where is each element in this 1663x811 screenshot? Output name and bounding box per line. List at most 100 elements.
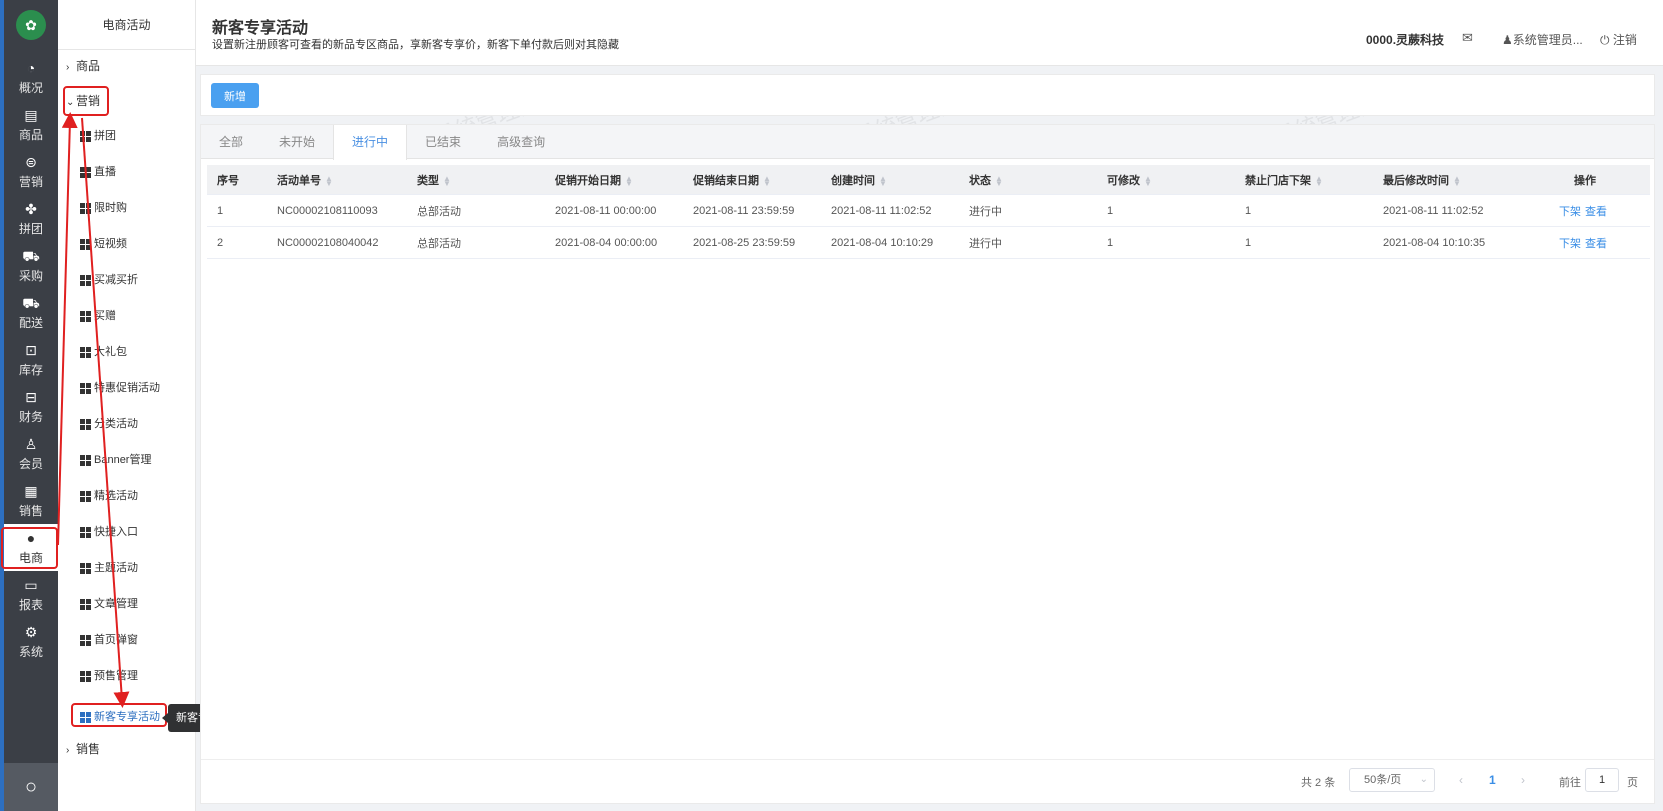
tab-not-started[interactable]: 未开始 (261, 125, 333, 159)
menu-item-groupbuy[interactable]: 拼团 (80, 124, 116, 148)
menu-group-sales[interactable]: › 销售 (58, 731, 100, 767)
menu-item-gift[interactable]: 买赠 (80, 304, 116, 328)
tab-ended[interactable]: 已结束 (407, 125, 479, 159)
company-name[interactable]: 0000.灵蕨科技 (1366, 31, 1444, 48)
menu-item-short-video[interactable]: 短视频 (80, 232, 127, 256)
menu-item-label: 短视频 (94, 238, 127, 250)
status-tabs: 全部 未开始 进行中 已结束 高级查询 (201, 125, 1654, 160)
document-icon: ▤ (24, 106, 38, 123)
cell-end-date: 2021-08-11 23:59:59 (693, 204, 795, 217)
cell-no-store-takedown: 1 (1245, 236, 1252, 249)
sort-icon[interactable]: ▲ ▼ (625, 174, 633, 187)
rail-item-member[interactable]: ♙ 会员 (4, 430, 58, 477)
menu-group-label: 销售 (76, 742, 101, 756)
menu-item-articles[interactable]: 文章管理 (80, 592, 138, 616)
goto-page-input[interactable] (1585, 768, 1619, 792)
menu-item-label: 大礼包 (94, 346, 127, 358)
goto-label: 前往 (1559, 777, 1581, 789)
sort-icon[interactable]: ▲ ▼ (443, 174, 451, 187)
menu-item-shortcut[interactable]: 快捷入口 (80, 520, 138, 544)
sort-icon[interactable]: ▲ ▼ (325, 174, 333, 187)
menu-item-special-promo[interactable]: 特惠促销活动 (80, 376, 160, 400)
cell-type: 总部活动 (417, 237, 461, 250)
page-size-select[interactable]: 50条/页 ⌄ (1349, 768, 1435, 792)
takedown-link[interactable]: 下架 (1559, 206, 1581, 218)
page-unit-label: 页 (1627, 777, 1638, 789)
register-icon: ▦ (24, 482, 38, 499)
sort-icon[interactable]: ▲ ▼ (1453, 174, 1461, 187)
annotation-box-marketing (63, 86, 109, 116)
view-link[interactable]: 查看 (1585, 206, 1607, 218)
current-page[interactable]: 1 (1489, 773, 1496, 787)
sort-icon[interactable]: ▲ ▼ (1144, 174, 1152, 187)
col-label: 最后修改时间 (1383, 174, 1449, 187)
menu-item-flash-sale[interactable]: 限时购 (80, 196, 127, 220)
grid-icon (80, 274, 91, 286)
menu-item-presale[interactable]: 预售管理 (80, 664, 138, 688)
search-icon[interactable]: ○ (4, 763, 58, 811)
cell-last-modified: 2021-08-11 11:02:52 (1383, 204, 1484, 217)
sort-icon[interactable]: ▲ ▼ (1315, 174, 1323, 187)
view-link[interactable]: 查看 (1585, 238, 1607, 250)
col-status[interactable]: 状态 ▲ ▼ (959, 172, 1097, 188)
cell-no-store-takedown: 1 (1245, 204, 1252, 217)
rail-label: 采购 (18, 268, 43, 283)
col-created[interactable]: 创建时间 ▲ ▼ (821, 172, 959, 188)
rail-item-sales[interactable]: ▦ 销售 (4, 477, 58, 524)
col-end-date[interactable]: 促销结束日期 ▲ ▼ (683, 172, 821, 188)
takedown-link[interactable]: 下架 (1559, 238, 1581, 250)
menu-item-live[interactable]: 直播 (80, 160, 116, 184)
rail-item-delivery[interactable]: ⛟ 配送 (4, 289, 58, 336)
user-menu[interactable]: ♟系统管理员... (1502, 31, 1583, 48)
app-logo[interactable]: ✿ (16, 10, 46, 40)
col-order-no[interactable]: 活动单号 ▲ ▼ (267, 172, 407, 188)
col-label: 类型 (417, 174, 439, 187)
sort-icon[interactable]: ▲ ▼ (763, 174, 771, 187)
menu-item-gift-pack[interactable]: 大礼包 (80, 340, 127, 364)
col-editable[interactable]: 可修改 ▲ ▼ (1097, 172, 1235, 188)
tab-all[interactable]: 全部 (201, 125, 261, 159)
wallet-icon: ⊟ (25, 388, 37, 405)
rail-item-overview[interactable]: ◔ 概况 (4, 54, 58, 101)
col-start-date[interactable]: 促销开始日期 ▲ ▼ (545, 172, 683, 188)
logout-button[interactable]: ⏻ 注销 (1600, 31, 1637, 48)
rail-item-marketing[interactable]: ⊜ 营销 (4, 148, 58, 195)
rail-item-groupbuy[interactable]: ✤ 拼团 (4, 195, 58, 242)
prev-page-icon[interactable]: ‹ (1459, 773, 1463, 787)
tab-in-progress[interactable]: 进行中 (333, 125, 408, 160)
menu-item-featured[interactable]: 精选活动 (80, 484, 138, 508)
sort-icon[interactable]: ▲ ▼ (879, 174, 887, 187)
menu-item-label: 特惠促销活动 (94, 382, 160, 394)
logout-label: 注销 (1612, 33, 1637, 47)
col-label: 创建时间 (831, 174, 875, 187)
person-icon: ♙ (24, 435, 38, 452)
rail-item-inventory[interactable]: ⊡ 库存 (4, 336, 58, 383)
cell-status: 进行中 (969, 205, 1002, 218)
sort-icon[interactable]: ▲ ▼ (995, 174, 1003, 187)
menu-item-label: 买减买折 (94, 274, 138, 286)
cell-order-no: NC00002108040042 (277, 236, 379, 249)
add-button[interactable]: 新增 (211, 83, 259, 108)
tab-advanced-search[interactable]: 高级查询 (479, 125, 563, 159)
menu-group-goods[interactable]: › 商品 (58, 48, 100, 84)
mail-icon[interactable]: ✉ (1462, 30, 1473, 46)
menu-item-discount[interactable]: 买减买折 (80, 268, 138, 292)
rail-item-goods[interactable]: ▤ 商品 (4, 101, 58, 148)
menu-item-theme[interactable]: 主题活动 (80, 556, 138, 580)
col-type[interactable]: 类型 ▲ ▼ (407, 172, 545, 188)
rail-item-purchase[interactable]: ⛟ 采购 (4, 242, 58, 289)
next-page-icon[interactable]: › (1521, 773, 1525, 787)
menu-item-category-activity[interactable]: 分类活动 (80, 412, 138, 436)
grid-icon (80, 418, 91, 430)
table-header: 序号 活动单号 ▲ ▼ 类型 ▲ ▼ 促销开始日期 ▲ ▼ 促销结束日期 ▲ ▼ 创建时间 ▲ ▼ … (207, 165, 1650, 195)
col-last-modified[interactable]: 最后修改时间 ▲ ▼ (1373, 172, 1535, 188)
col-no-store-takedown[interactable]: 禁止门店下架 ▲ ▼ (1235, 172, 1373, 188)
grid-icon (80, 526, 91, 538)
rail-item-finance[interactable]: ⊟ 财务 (4, 383, 58, 430)
menu-item-home-popup[interactable]: 首页弹窗 (80, 628, 138, 652)
annotation-box-new-customer (71, 703, 167, 727)
grid-icon (80, 130, 91, 142)
menu-item-banner[interactable]: Banner管理 (80, 448, 151, 472)
rail-item-reports[interactable]: ▭ 报表 (4, 571, 58, 618)
rail-item-system[interactable]: ⚙ 系统 (4, 618, 58, 665)
